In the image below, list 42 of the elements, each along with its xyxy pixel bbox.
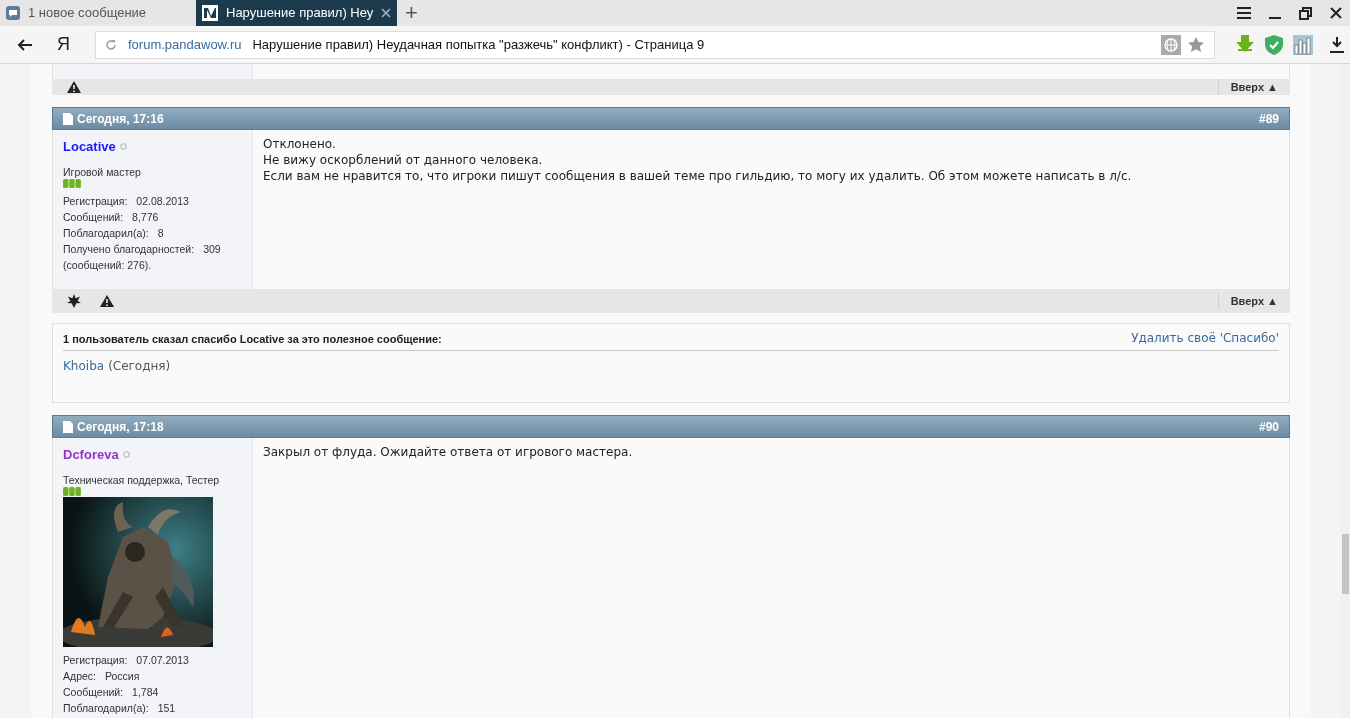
stat-label: Поблагодарил(а): [63, 701, 149, 715]
post-date: Сегодня, 17:18 [77, 418, 164, 436]
stat-label: Сообщений: [63, 210, 124, 224]
user-rank: Техническая поддержка, Тестер [63, 473, 221, 487]
stat-value: 1,784 [132, 685, 159, 699]
username-link[interactable]: Dcforeva [63, 445, 119, 465]
thanks-date: (Сегодня) [108, 358, 171, 375]
stat-value: 309 [203, 242, 221, 256]
thanks-summary: 1 пользователь сказал спасибо Locative за это полезное сообщение: [63, 331, 443, 347]
tab-title: 1 новое сообщение [28, 4, 148, 23]
stat-label: Сообщений: [63, 685, 124, 699]
browser-tab[interactable]: Нарушение правил) Неу [196, 0, 398, 26]
message-text: Не вижу оскорблений от данного человека. [263, 152, 544, 168]
browser-tab[interactable]: 1 новое сообщение [0, 0, 196, 26]
address-field[interactable]: forum.pandawow.ru Нарушение правил) Неудачная попытка "разжечь" конфликт) - Страница 9 [95, 30, 1215, 59]
message-text: Отклонено. [263, 136, 337, 152]
back-to-top-link[interactable]: Вверх ▲ [1217, 293, 1278, 309]
remove-thanks-link[interactable]: Удалить своё 'Спасибо' [1131, 329, 1279, 347]
page-title: Нарушение правил) Неудачная попытка "разжечь" конфликт) - Страница 9 [252, 35, 706, 54]
stat-label: Поблагодарил(а): [63, 226, 149, 240]
stat-label: Регистрация: [63, 653, 128, 667]
stat-label: (сообщений: 276). [63, 258, 152, 272]
stat-value: 02.08.2013 [136, 194, 189, 208]
stat-value: Россия [105, 669, 140, 683]
stat-label: Адрес: [63, 669, 96, 683]
post-date: Сегодня, 17:16 [77, 110, 164, 128]
tab-title: Нарушение правил) Неу [226, 4, 374, 23]
username-link[interactable]: Locative [63, 137, 116, 157]
message-text: Если вам не нравится то, что игроки пишут сообщения в вашей теме про гильдию, то могу их удалить. Об этом можете написать в л/с. [263, 168, 1133, 184]
back-to-top-link[interactable]: Вверх ▲ [1217, 79, 1278, 95]
stat-value: 151 [157, 701, 176, 715]
new-tab-button[interactable]: + [397, 0, 426, 26]
user-link[interactable]: Khoiba [63, 357, 105, 375]
message-text: Закрыл от флуда. Ожидайте ответа от игрового мастера. [263, 444, 634, 460]
user-rank: Игровой мастер [63, 165, 142, 179]
stat-value: 8 [157, 226, 164, 240]
yandex-logo[interactable]: Я [57, 31, 77, 58]
address-domain: forum.pandawow.ru [128, 35, 242, 54]
stat-label: Получено благодарностей: [63, 242, 195, 256]
stat-label: Регистрация: [63, 194, 128, 208]
stat-value: 8,776 [132, 210, 159, 224]
stat-value: 07.07.2013 [136, 653, 189, 667]
